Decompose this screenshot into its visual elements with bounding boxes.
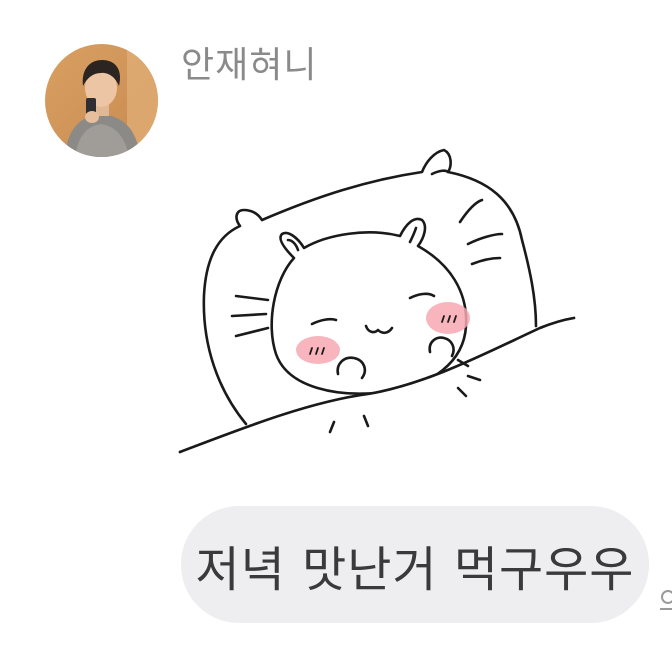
sleeping-cat-icon: [178, 148, 576, 460]
sleeping-cat-sticker[interactable]: [178, 140, 578, 460]
sender-name: 안재혀니: [181, 45, 318, 86]
avatar-photo: [45, 44, 158, 157]
read-indicator-partial: [658, 587, 672, 613]
sender-avatar[interactable]: [45, 44, 158, 157]
message-text: 저녁 맛난거 먹구우우: [195, 541, 635, 598]
message-bubble[interactable]: 저녁 맛난거 먹구우우: [181, 506, 649, 623]
